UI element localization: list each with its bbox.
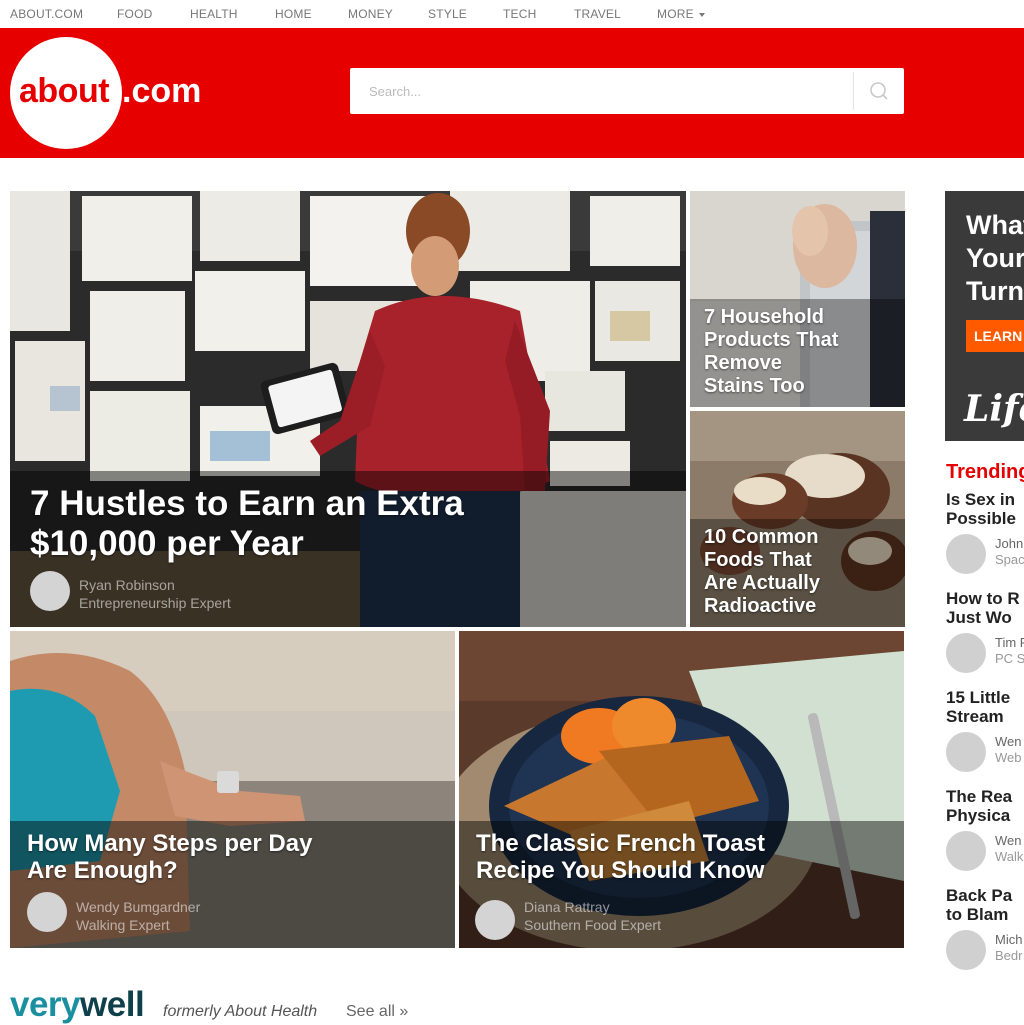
feature-title-stains[interactable]: 7 Household Products That Remove Stains … [704,306,838,398]
trending-title: Back Pa [946,886,1013,905]
formerly-label: formerly About Health [163,1003,318,1020]
section-footer: verywell formerly About Health See all » [10,985,610,1025]
chevron-down-icon [698,13,705,17]
feature-title-steps[interactable]: How Many Steps per Day Are Enough? [27,830,312,884]
author-name: Diana Rattray [524,899,610,915]
nav-link-about[interactable]: ABOUT.COM [10,7,83,21]
feature-title-toast[interactable]: The Classic French Toast Recipe You Shou… [476,830,765,884]
feature-card-toast[interactable]: The Classic French Toast Recipe You Shou… [459,631,904,948]
ad-learn-button[interactable]: LEARN [966,320,1024,352]
verywell-logo-light: very [10,985,81,1024]
trending-title: Stream [946,707,1004,726]
ad-headline-line: Turn [966,276,1024,306]
author-info[interactable]: Wendy Bumgardner Walking Expert [76,898,200,934]
feature-card-radioactive[interactable]: 10 Common Foods That Are Actually Radioa… [690,411,905,627]
avatar [27,892,67,932]
feature-title-line: Are Actually [704,572,820,594]
verywell-logo-dark: well [80,985,145,1024]
trending-title: How to R [946,589,1020,608]
author-role: Southern Food Expert [524,917,661,933]
author-name: Mich [995,932,1023,947]
trending-heading: Trending [946,461,1024,483]
author-info[interactable]: Ryan Robinson Entrepreneurship Expert [79,576,231,612]
trending-item[interactable]: Back Pa to Blam Mich Bedr [946,886,1024,976]
feature-card-main[interactable]: 7 Hustles to Earn an Extra $10,000 per Y… [10,191,686,627]
feature-title-line: How Many Steps per Day [27,830,313,857]
trending-title: Is Sex in [946,490,1015,509]
logo-text[interactable]: about [19,72,110,111]
feature-title-line: Foods That [704,549,812,571]
nav-link-style[interactable]: STYLE [428,7,467,21]
feature-title-line: 7 Household [704,306,825,328]
author-name: Wendy Bumgardner [76,899,201,915]
nav-link-food[interactable]: FOOD [117,7,152,21]
author-name: Tim F [995,635,1024,650]
avatar [946,732,986,772]
trending-title: The Rea [946,787,1013,806]
logo-suffix[interactable]: .com [122,72,201,111]
see-all-link[interactable]: See all » [346,1003,408,1021]
trending-title: Possible [946,509,1016,528]
trending-item[interactable]: The Rea Physica Wen Walk [946,787,1024,877]
feature-title-main[interactable]: 7 Hustles to Earn an Extra $10,000 per Y… [30,484,464,564]
author-role: Walking Expert [76,917,170,933]
author-role: Space [995,552,1024,567]
trending-item[interactable]: 15 Little Stream Wen Web [946,688,1024,778]
ad-headline-line: What [966,210,1024,240]
nav-link-home[interactable]: HOME [275,7,312,21]
feature-title-line: Stains Too [704,375,805,397]
avatar [946,930,986,970]
feature-title-line: 10 Common [704,526,819,548]
feature-title-line: Remove [704,352,782,374]
feature-title-line: $10,000 per Year [30,524,304,563]
feature-title-line: Are Enough? [27,857,178,884]
author-name: John [995,536,1024,551]
trending-title: Just Wo [946,608,1012,627]
nav-link-travel[interactable]: TRAVEL [574,7,621,21]
feature-title-radioactive[interactable]: 10 Common Foods That Are Actually Radioa… [704,526,820,618]
site-header: about .com [0,28,1024,158]
trending-item[interactable]: Is Sex in Possible John Space [946,490,1024,580]
ad-brand: Life [964,388,1024,430]
search-input[interactable] [350,68,850,114]
feature-title-line: The Classic French Toast [476,830,765,857]
nav-more-label: MORE [657,7,694,21]
nav-link-money[interactable]: MONEY [348,7,393,21]
trending-title: 15 Little [946,688,1011,707]
nav-link-more[interactable]: MORE [657,7,705,21]
top-navigation: ABOUT.COM FOOD HEALTH HOME MONEY STYLE T… [0,0,1024,29]
search-button[interactable] [853,72,905,110]
avatar [30,571,70,611]
avatar [946,534,986,574]
author-role: Bedr [995,948,1023,963]
feature-card-steps[interactable]: How Many Steps per Day Are Enough? Wendy… [10,631,455,948]
avatar [946,831,986,871]
author-role: Walk [995,849,1024,864]
author-role: Web [995,750,1022,765]
advertisement[interactable]: What Your Turn LEARN Life [945,191,1024,441]
search-box [350,68,904,114]
author-role: Entrepreneurship Expert [79,595,231,611]
trending-item[interactable]: How to R Just Wo Tim F PC S [946,589,1024,679]
feature-card-stains[interactable]: 7 Household Products That Remove Stains … [690,191,905,407]
feature-title-line: Products That [704,329,839,351]
trending-title: Physica [946,806,1011,825]
search-icon [870,82,888,100]
feature-title-line: Recipe You Should Know [476,857,765,884]
author-name: Ryan Robinson [79,577,175,593]
avatar [946,633,986,673]
avatar [475,900,515,940]
author-role: PC S [995,651,1024,666]
feature-title-line: 7 Hustles to Earn an Extra [30,484,464,523]
nav-link-health[interactable]: HEALTH [190,7,238,21]
trending-title: to Blam [946,905,1009,924]
author-name: Wen [995,833,1022,848]
verywell-logo[interactable]: verywell [10,985,145,1025]
nav-link-tech[interactable]: TECH [503,7,536,21]
author-name: Wen [995,734,1022,749]
ad-headline-line: Your [966,243,1024,273]
feature-title-line: Radioactive [704,595,817,617]
author-info[interactable]: Diana Rattray Southern Food Expert [524,898,661,934]
